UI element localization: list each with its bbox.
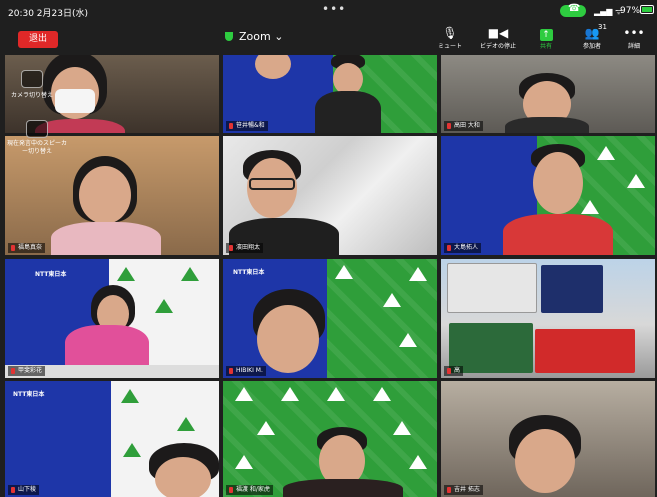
- glasses: [249, 178, 295, 190]
- mute-button[interactable]: 🎙 ミュート: [428, 25, 472, 53]
- stop-video-label: ビデオの停止: [479, 43, 516, 50]
- participant-name: 大島拓人: [444, 243, 482, 253]
- participants-label: 参加者: [582, 43, 601, 50]
- participant-name: 高: [444, 366, 464, 376]
- mute-label: ミュート: [437, 43, 462, 50]
- zoom-meeting-screen: 20:30 2月23日(水) ••• ▂▄▆ ᯤ 97% 退出 Zoom ⌄ 🎙…: [0, 0, 657, 497]
- participants-button[interactable]: 👥 31 参加者: [570, 23, 614, 53]
- participant-name: 山下稜: [8, 485, 40, 495]
- ntt-logo: NTT東日本: [35, 271, 67, 278]
- battery-icon: [640, 5, 654, 14]
- clock: 20:30 2月23日(水): [8, 9, 88, 19]
- more-button[interactable]: ••• 詳細: [612, 25, 656, 53]
- camera-rotate-icon: [21, 70, 43, 88]
- active-call-icon: [560, 3, 586, 17]
- signal-wifi-icon: ▂▄▆ ᯤ: [594, 7, 623, 16]
- participant-name: 福島真奈: [8, 243, 46, 253]
- participant-name: 笹井暢&和: [226, 121, 268, 131]
- share-label: 共有: [539, 43, 552, 50]
- video-tile-10[interactable]: NTT東日本 山下稜: [5, 381, 219, 497]
- share-arrow-icon: ↑: [539, 29, 553, 41]
- participant-name: 濱田翔太: [226, 243, 264, 253]
- video-tile-5[interactable]: 濱田翔太: [223, 136, 437, 255]
- participant-name: 高田 大和: [444, 121, 483, 131]
- participants-icon: 👥: [584, 26, 600, 40]
- face-mask: [55, 89, 95, 113]
- microphone-icon: 🎙: [442, 26, 458, 40]
- video-tile-12[interactable]: 吉井 拓志: [441, 381, 655, 497]
- status-bar: 20:30 2月23日(水) ••• ▂▄▆ ᯤ 97%: [0, 0, 657, 22]
- meeting-title-dropdown[interactable]: Zoom ⌄: [225, 30, 283, 43]
- gallery-view-icon: [26, 120, 48, 138]
- switch-camera-button[interactable]: カメラ切り替え: [6, 70, 58, 99]
- video-tile-11[interactable]: 福渡 和/家虎: [223, 381, 437, 497]
- video-tile-7[interactable]: NTT東日本 甲斐彩花: [5, 259, 219, 378]
- security-shield-icon: [225, 32, 233, 41]
- video-tile-2[interactable]: 笹井暢&和: [223, 55, 437, 133]
- stop-video-button[interactable]: ■◀ ビデオの停止: [476, 25, 520, 53]
- video-tile-8[interactable]: NTT東日本 HIBIKI M.: [223, 259, 437, 378]
- meeting-title: Zoom: [239, 30, 271, 43]
- switch-speaker-label: 現在発言中のスピーカー切り替え: [6, 140, 67, 155]
- leave-button[interactable]: 退出: [18, 31, 58, 48]
- ntt-logo: NTT東日本: [13, 391, 45, 398]
- participant-name: HIBIKI M.: [226, 366, 266, 376]
- switch-camera-label: カメラ切り替え: [10, 92, 53, 99]
- more-dots-icon: •••: [623, 26, 645, 40]
- video-tile-3[interactable]: 高田 大和: [441, 55, 655, 133]
- more-label: 詳細: [627, 43, 640, 50]
- video-tile-9[interactable]: 高: [441, 259, 655, 378]
- video-tile-6[interactable]: 大島拓人: [441, 136, 655, 255]
- switch-speaker-view-button[interactable]: 現在発言中のスピーカー切り替え: [6, 120, 68, 156]
- participant-name: 吉井 拓志: [444, 485, 483, 495]
- participant-name: 甲斐彩花: [8, 366, 46, 376]
- participants-count: 31: [598, 23, 607, 31]
- video-camera-icon: ■◀: [487, 26, 509, 40]
- share-button[interactable]: ↑ 共有: [524, 25, 568, 53]
- participant-name: 福渡 和/家虎: [226, 485, 273, 495]
- chevron-down-icon: ⌄: [270, 30, 284, 43]
- battery-percent: 97%: [620, 6, 641, 16]
- multitask-dots[interactable]: •••: [322, 2, 346, 16]
- ntt-logo: NTT東日本: [233, 269, 265, 276]
